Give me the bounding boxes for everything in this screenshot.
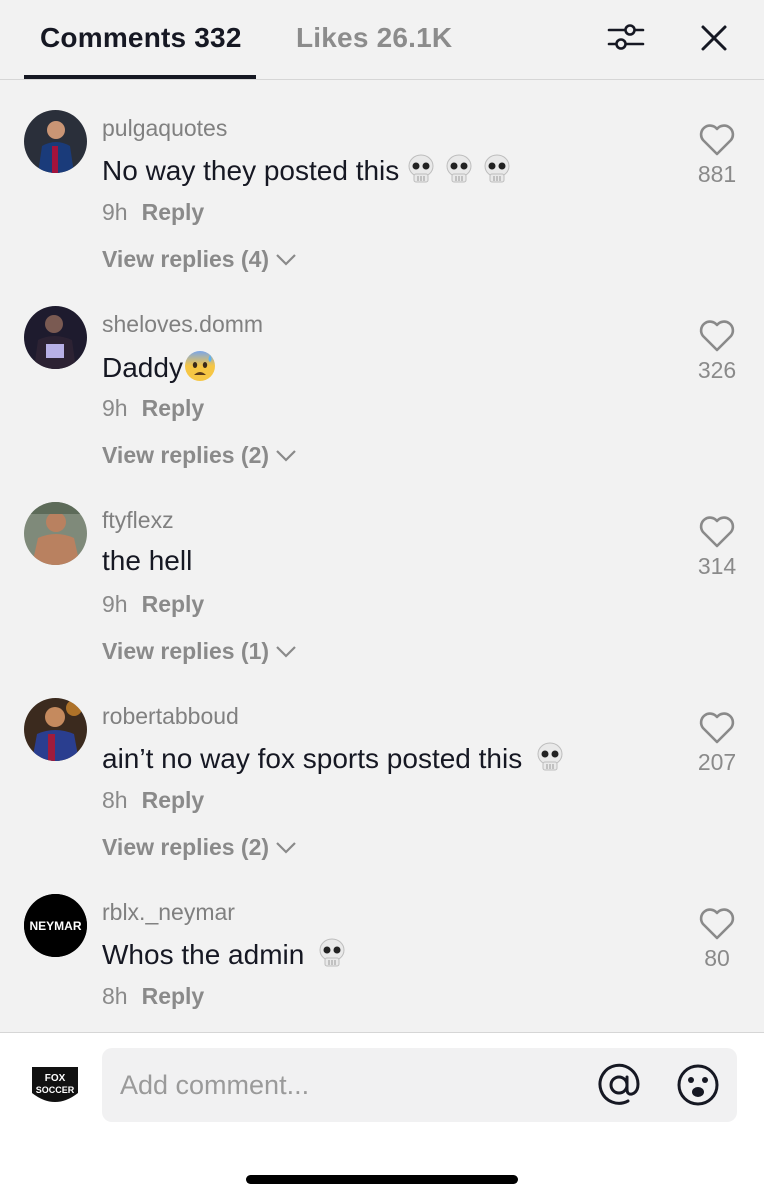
comment-meta: 9h Reply [102,395,204,422]
like-count: 881 [697,161,737,187]
skull-icon [481,153,513,192]
close-icon[interactable] [694,18,734,58]
tab-comments[interactable]: Comments 332 [40,22,242,54]
comment-item: ftyflexz the hell 9h Reply View replies (… [0,473,764,669]
reply-button[interactable]: Reply [142,395,205,421]
like-count: 314 [697,553,737,579]
comment-time: 8h [102,787,128,813]
filter-sliders-icon[interactable] [606,18,646,58]
comment-time: 9h [102,591,128,617]
add-comment-placeholder: Add comment... [120,1070,310,1100]
reply-button[interactable]: Reply [142,787,205,813]
comment-username[interactable]: sheloves.domm [102,311,263,338]
avatar[interactable] [24,110,87,173]
chevron-down-icon [276,645,296,658]
avatar-brand-text: NEYMAR [29,919,81,933]
avatar[interactable] [24,306,87,369]
avatar[interactable]: NEYMAR [24,894,87,957]
svg-text:SOCCER: SOCCER [36,1085,75,1095]
comment-meta: 8h Reply [102,787,204,814]
heart-icon [699,516,735,548]
comment-username[interactable]: rblx._neymar [102,899,235,926]
comment-meta: 9h Reply [102,591,204,618]
comment-item: pulgaquotes No way they posted this 9h Re… [0,81,764,277]
heart-icon [699,712,735,744]
comment-text: Daddy [102,349,217,390]
like-count: 326 [697,357,737,383]
view-replies-button[interactable]: View replies (2) [102,834,297,861]
comment-text: ain’t no way fox sports posted this [102,741,566,780]
heart-icon [699,908,735,940]
add-comment-input[interactable]: Add comment... [102,1048,737,1122]
avatar[interactable] [24,698,87,761]
like-count: 80 [704,945,730,971]
comment-time: 8h [102,983,128,1009]
skull-icon [316,937,348,976]
skull-icon [534,741,566,780]
like-button[interactable]: 80 [690,907,744,972]
anxious-face-with-sweat-icon [183,349,217,390]
reply-button[interactable]: Reply [142,199,205,225]
view-replies-button[interactable]: View replies (2) [102,442,297,469]
like-button[interactable]: 207 [690,711,744,776]
svg-text:FOX: FOX [45,1073,66,1084]
comment-text: No way they posted this [102,153,513,192]
view-replies-button[interactable]: View replies (4) [102,246,297,273]
chevron-down-icon [276,253,296,266]
like-count: 207 [697,749,737,775]
chevron-down-icon [276,449,296,462]
comment-meta: 9h Reply [102,199,204,226]
avatar[interactable] [24,502,87,565]
emoji-smile-icon[interactable] [675,1062,721,1108]
view-replies-button[interactable]: View replies (1) [102,638,297,665]
like-button[interactable]: 314 [690,515,744,580]
heart-icon [699,124,735,156]
like-button[interactable]: 326 [690,319,744,384]
comment-username[interactable]: ftyflexz [102,507,174,534]
comment-time: 9h [102,199,128,225]
comment-time: 9h [102,395,128,421]
comment-username[interactable]: robertabboud [102,703,239,730]
reply-button[interactable]: Reply [142,983,205,1009]
comment-item: robertabboud ain’t no way fox sports pos… [0,669,764,865]
comment-text: Whos the admin [102,937,348,976]
comment-item: NEYMAR rblx._neymar Whos the admin 8h Rep… [0,865,764,1031]
comment-meta: 8h Reply [102,983,204,1010]
tab-likes[interactable]: Likes 26.1K [296,22,452,54]
fox-soccer-logo: FOX SOCCER [32,1067,78,1102]
comment-list[interactable]: pulgaquotes No way they posted this 9h Re… [0,81,764,1031]
home-indicator[interactable] [246,1175,518,1184]
skull-icon [405,153,437,192]
comment-text: the hell [102,545,193,576]
comments-header: Comments 332 Likes 26.1K [0,0,764,80]
skull-icon [443,153,475,192]
comment-item: sheloves.domm Daddy 9h Reply View replies… [0,277,764,473]
mention-at-icon[interactable] [596,1062,642,1108]
chevron-down-icon [276,841,296,854]
comment-composer: FOX SOCCER Add comment... [0,1032,764,1200]
active-tab-underline [24,75,256,79]
like-button[interactable]: 881 [690,123,744,188]
reply-button[interactable]: Reply [142,591,205,617]
comment-username[interactable]: pulgaquotes [102,115,227,142]
heart-icon [699,320,735,352]
